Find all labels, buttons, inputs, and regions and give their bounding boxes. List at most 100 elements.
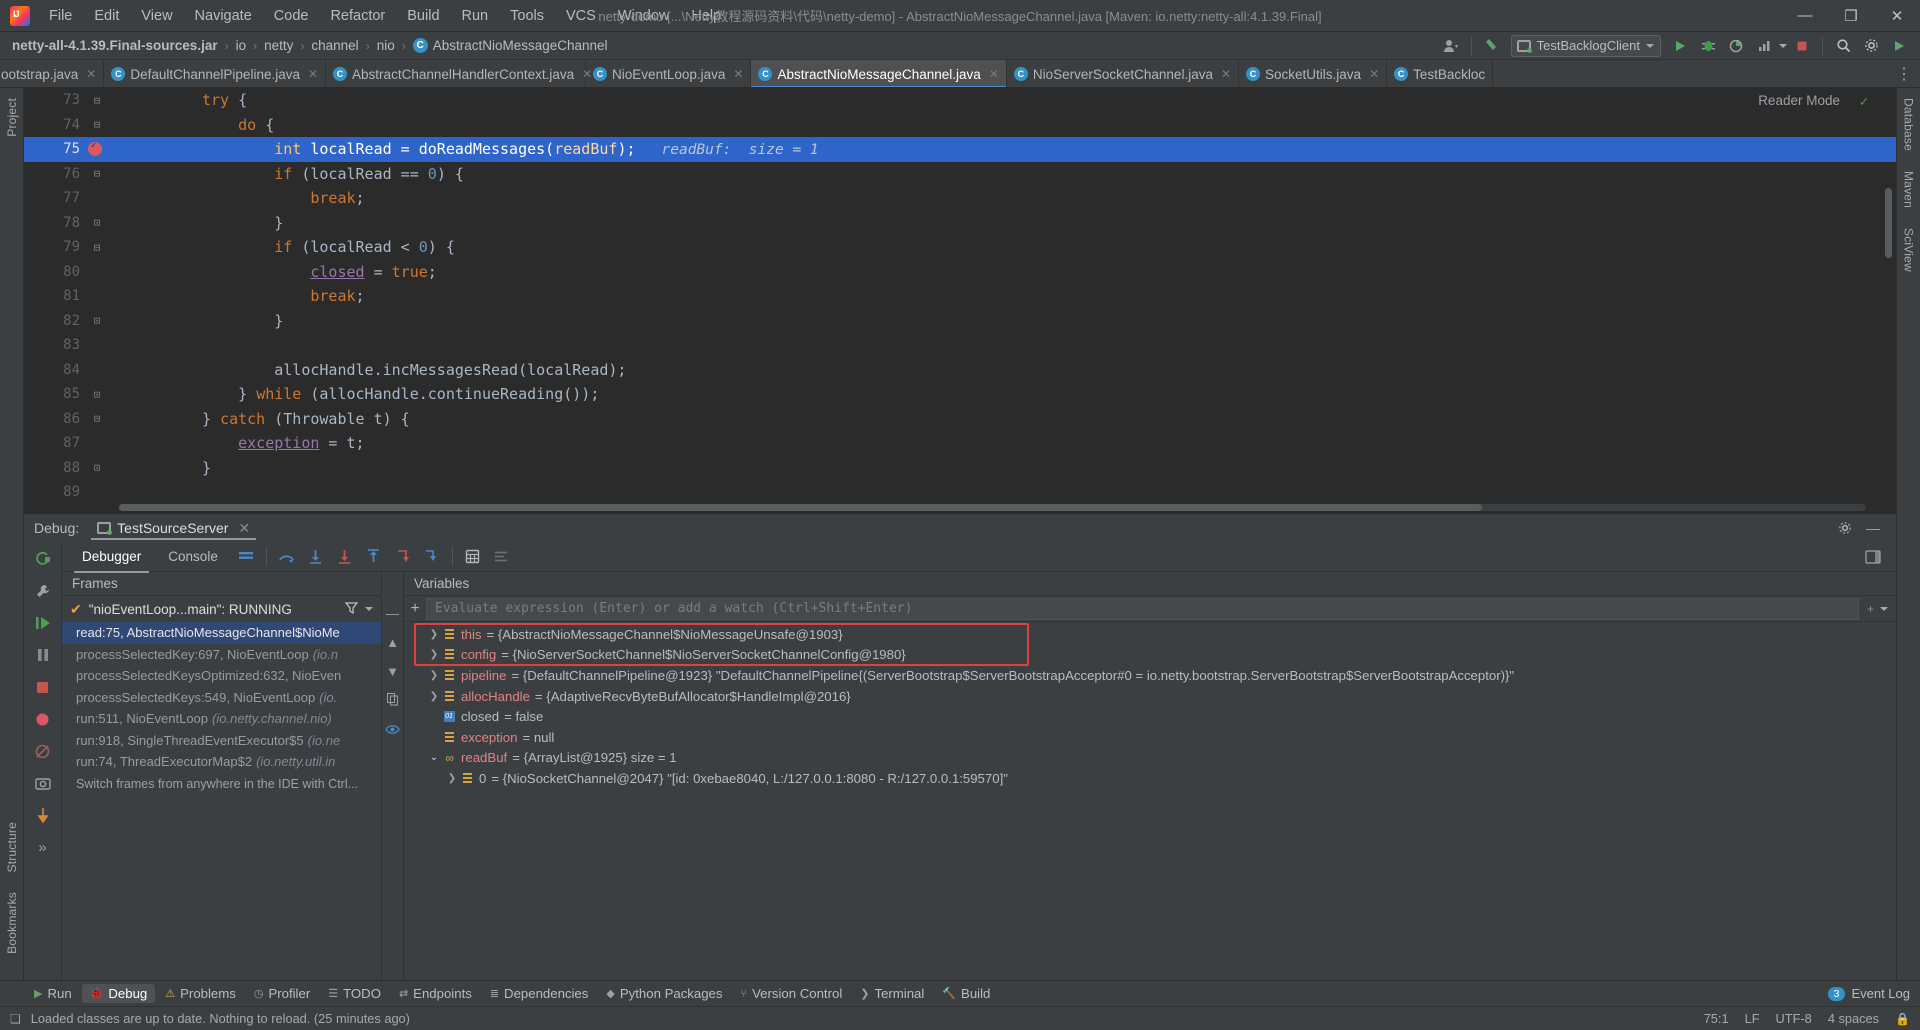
tool-window-run[interactable]: ▶ Run [26, 984, 80, 1003]
code-line-73[interactable]: 73 ⊟ try { [24, 88, 1896, 113]
camera-icon[interactable] [34, 774, 51, 792]
menu-vcs[interactable]: VCS [555, 4, 607, 28]
code-line-86[interactable]: 86 ⊟ } catch (Throwable t) { [24, 407, 1896, 432]
stop-icon[interactable] [1789, 34, 1815, 58]
tool-window-build[interactable]: 🔨 Build [934, 984, 998, 1003]
breadcrumb-netty[interactable]: netty [264, 38, 293, 53]
breadcrumb-channel[interactable]: channel [311, 38, 358, 53]
coverage-icon[interactable] [1723, 34, 1749, 58]
menu-bar[interactable]: File Edit View Navigate Code Refactor Bu… [38, 0, 732, 32]
chevron-down-icon[interactable] [1779, 43, 1787, 48]
variable-row-config[interactable]: ❯ config = {NioServerSocketChannel$NioSe… [404, 645, 1896, 666]
editor-tab-testbacklog[interactable]: C TestBackloc [1387, 60, 1494, 87]
gear-icon[interactable] [1832, 516, 1858, 540]
evaluate-expression-icon[interactable] [460, 545, 486, 569]
tool-window-python-packages[interactable]: ◆ Python Packages [598, 984, 730, 1003]
code-line-74[interactable]: 74 ⊟ do { [24, 113, 1896, 138]
code-line-89[interactable]: 89 [24, 480, 1896, 505]
step-into-icon[interactable] [303, 545, 329, 569]
debug-icon[interactable] [1695, 34, 1721, 58]
frame-row[interactable]: processSelectedKey:697, NioEventLoop (io.… [62, 644, 381, 666]
sidebar-item-sciview[interactable]: SciView [1900, 224, 1918, 276]
tool-window-problems[interactable]: ⚠ Problems [157, 984, 244, 1003]
layout-icon[interactable] [233, 545, 259, 569]
tool-window-debug[interactable]: 🐞 Debug [81, 984, 156, 1003]
fold-marker[interactable]: ⊡ [86, 388, 108, 401]
fold-marker[interactable]: ⊟ [86, 412, 108, 425]
tool-window-terminal[interactable]: ❯ Terminal [852, 984, 932, 1003]
settings-wrench-icon[interactable] [35, 582, 51, 600]
menu-refactor[interactable]: Refactor [319, 4, 396, 28]
step-over-icon[interactable] [274, 545, 300, 569]
close-icon[interactable]: ✕ [238, 520, 250, 537]
hide-icon[interactable]: — [1860, 516, 1886, 540]
pause-program-icon[interactable] [35, 646, 51, 664]
code-line-81[interactable]: 81 break; [24, 284, 1896, 309]
editor-horizontal-scrollbar[interactable] [119, 504, 1866, 511]
breakpoint-icon[interactable] [88, 141, 102, 156]
debug-session-tab[interactable]: TestSourceServer ✕ [89, 514, 258, 542]
event-log-button[interactable]: 3 Event Log [1827, 986, 1910, 1001]
tool-window-todo[interactable]: ☰ TODO [320, 984, 389, 1003]
tool-window-version-control[interactable]: ⑂ Version Control [732, 984, 850, 1003]
memory-indicator-icon[interactable]: ❑ [10, 1012, 21, 1026]
sidebar-item-project[interactable]: Project [3, 94, 21, 141]
fold-marker[interactable]: ⊡ [86, 461, 108, 474]
breadcrumb-nio[interactable]: nio [377, 38, 395, 53]
fold-marker[interactable]: ⊟ [86, 167, 108, 180]
restore-layout-icon[interactable] [1860, 545, 1886, 569]
editor-tab-defaultchannelpipeline[interactable]: C DefaultChannelPipeline.java ✕ [104, 60, 327, 87]
code-line-88[interactable]: 88 ⊡ } [24, 456, 1896, 481]
run-to-cursor-icon[interactable] [419, 545, 445, 569]
rerun-icon[interactable] [34, 550, 51, 568]
resume-program-icon[interactable] [35, 614, 51, 632]
force-step-into-icon[interactable] [332, 545, 358, 569]
frames-list[interactable]: read:75, AbstractNioMessageChannel$NioMe… [62, 622, 381, 980]
code-line-75-current[interactable]: 75 int localRead = doReadMessages(readBu… [24, 137, 1896, 162]
scroll-up-icon[interactable]: ▲ [386, 635, 399, 650]
pin-icon[interactable] [36, 806, 50, 824]
close-button[interactable]: ✕ [1874, 0, 1920, 32]
frame-row[interactable]: run:511, NioEventLoop (io.netty.channel.n… [62, 708, 381, 730]
expand-arrow-icon[interactable]: ❯ [426, 629, 442, 640]
frame-row[interactable]: run:74, ThreadExecutorMap$2 (io.netty.uti… [62, 751, 381, 773]
run-configuration-selector[interactable]: TestBacklogClient [1510, 34, 1661, 57]
menu-run[interactable]: Run [451, 4, 500, 28]
step-out-icon[interactable] [361, 545, 387, 569]
editor-tab-socketutils[interactable]: C SocketUtils.java ✕ [1239, 60, 1388, 87]
variable-row-pipeline[interactable]: ❯ pipeline = {DefaultChannelPipeline@192… [404, 665, 1896, 686]
chevron-down-icon[interactable] [365, 607, 373, 611]
breadcrumb-io[interactable]: io [236, 38, 247, 53]
mute-breakpoints-icon[interactable] [35, 742, 50, 760]
file-encoding[interactable]: UTF-8 [1776, 1011, 1812, 1026]
settings-list-icon[interactable] [489, 545, 515, 569]
close-icon[interactable]: ✕ [1221, 67, 1231, 81]
variable-row-element-0[interactable]: ❯ 0 = {NioSocketChannel@2047} "[id: 0xeb… [404, 768, 1896, 789]
tab-debugger[interactable]: Debugger [70, 546, 153, 573]
sidebar-item-bookmarks[interactable]: Bookmarks [3, 888, 21, 958]
fold-marker[interactable]: ⊟ [86, 94, 108, 107]
expand-arrow-icon[interactable]: ❯ [426, 691, 442, 702]
variable-row-exception[interactable]: exception = null [404, 727, 1896, 748]
profile-icon[interactable] [1751, 34, 1777, 58]
scroll-down-icon[interactable]: ▼ [386, 664, 399, 679]
evaluate-expression-input[interactable]: Evaluate expression (Enter) or add a wat… [426, 597, 1859, 620]
run-icon[interactable] [1667, 34, 1693, 58]
gear-icon[interactable] [1858, 34, 1884, 58]
frame-row[interactable]: read:75, AbstractNioMessageChannel$NioMe [62, 622, 381, 644]
variable-row-readbuf[interactable]: ⌄ ∞ readBuf = {ArrayList@1925} size = 1 [404, 748, 1896, 769]
menu-navigate[interactable]: Navigate [184, 4, 263, 28]
play-icon[interactable] [1886, 34, 1912, 58]
sidebar-item-maven[interactable]: Maven [1900, 167, 1918, 212]
caret-position[interactable]: 75:1 [1704, 1011, 1729, 1026]
tool-window-endpoints[interactable]: ⇄ Endpoints [391, 984, 480, 1003]
sidebar-item-database[interactable]: Database [1900, 94, 1918, 155]
editor-tab-bootstrap[interactable]: ootstrap.java ✕ [0, 60, 105, 87]
maximize-button[interactable]: ❐ [1828, 0, 1874, 32]
menu-code[interactable]: Code [263, 4, 320, 28]
eye-icon[interactable] [385, 723, 400, 738]
code-line-79[interactable]: 79 ⊟ if (localRead < 0) { [24, 235, 1896, 260]
fold-marker[interactable]: ⊟ [86, 241, 108, 254]
fold-marker[interactable]: ⊡ [86, 314, 108, 327]
fold-marker[interactable]: ⊟ [86, 118, 108, 131]
